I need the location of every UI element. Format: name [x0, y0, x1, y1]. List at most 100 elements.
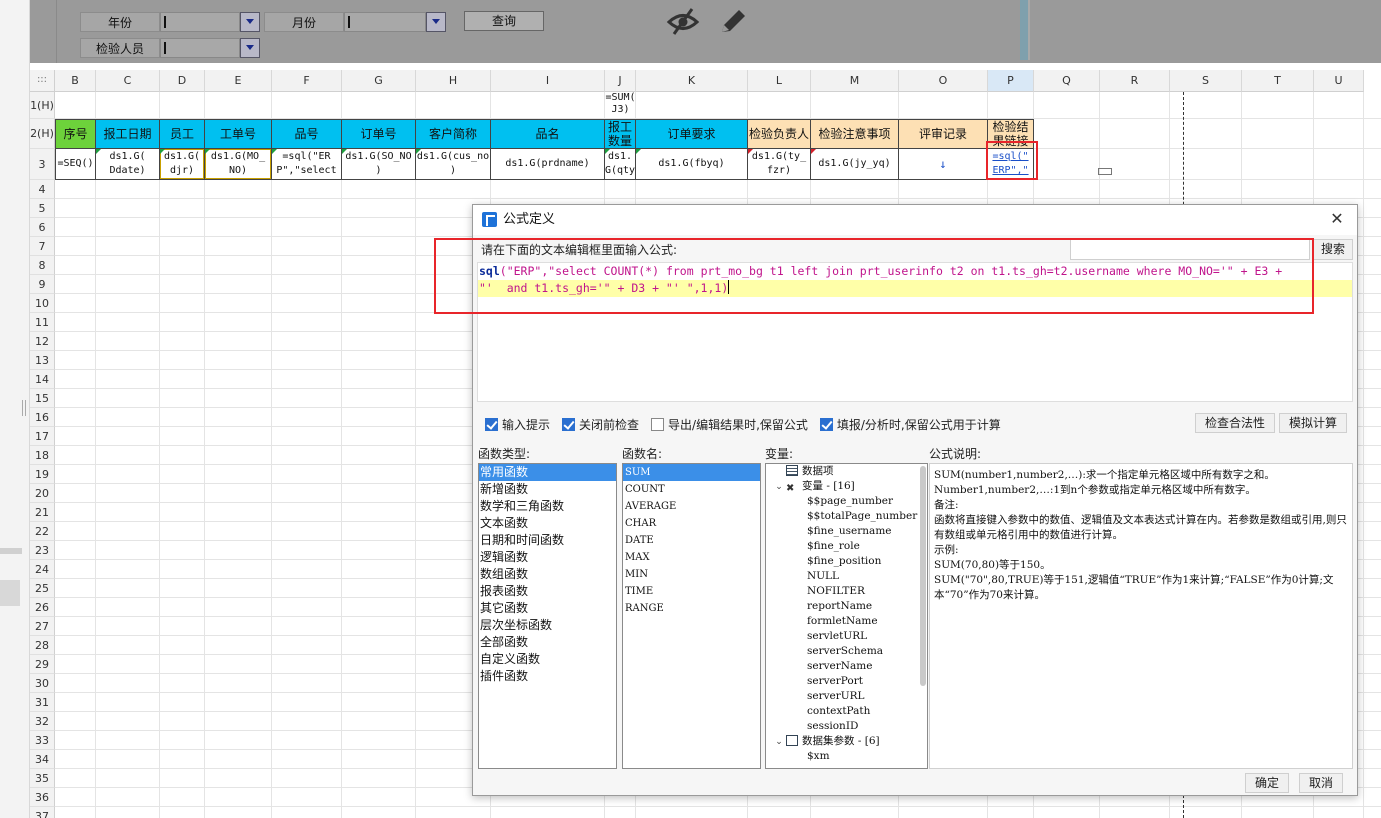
function-name-item[interactable]: TIME	[623, 583, 760, 600]
function-name-item[interactable]: CHAR	[623, 515, 760, 532]
row-header[interactable]: 13	[30, 351, 55, 370]
check-validity-button[interactable]: 检查合法性	[1195, 413, 1275, 433]
data-cell[interactable]: ds1.G(cus_no )	[416, 149, 491, 180]
inspector-input[interactable]	[160, 38, 240, 58]
function-type-item[interactable]: 自定义函数	[479, 651, 616, 668]
option-1[interactable]: 关闭前检查	[562, 416, 639, 433]
row-header[interactable]: 27	[30, 617, 55, 636]
ok-button[interactable]: 确定	[1245, 773, 1289, 793]
column-header-q[interactable]: Q	[1034, 70, 1100, 92]
row-header[interactable]: 18	[30, 446, 55, 465]
function-type-item[interactable]: 数学和三角函数	[479, 498, 616, 515]
tree-toggle-icon[interactable]: ⌄	[772, 480, 786, 495]
function-type-item[interactable]: 报表函数	[479, 583, 616, 600]
column-header-g[interactable]: G	[342, 70, 416, 92]
row-header[interactable]: 24	[30, 560, 55, 579]
variable-tree[interactable]: 数据项 ⌄ ✖ 变量 - [16] $$page_number $$totalPage_n…	[765, 463, 928, 769]
function-type-item[interactable]: 其它函数	[479, 600, 616, 617]
row-header[interactable]: 2(H)	[30, 119, 55, 149]
function-type-item[interactable]: 层次坐标函数	[479, 617, 616, 634]
row-header[interactable]: 10	[30, 294, 55, 313]
column-header-p[interactable]: P	[988, 70, 1034, 92]
dialog-title-bar[interactable]: 公式定义 ✕	[473, 205, 1357, 235]
variable-item[interactable]: sessionID	[766, 719, 927, 734]
row-header[interactable]: 28	[30, 636, 55, 655]
function-type-item[interactable]: 逻辑函数	[479, 549, 616, 566]
row-header[interactable]: 21	[30, 503, 55, 522]
data-cell[interactable]: ds1.G(SO_NO )	[342, 149, 416, 180]
variable-item[interactable]: serverName	[766, 659, 927, 674]
row-header[interactable]: 1(H)	[30, 92, 55, 119]
variable-item[interactable]: contextPath	[766, 704, 927, 719]
option-3[interactable]: 填报/分析时,保留公式用于计算	[819, 416, 1001, 433]
checkbox[interactable]	[651, 417, 665, 431]
row-header[interactable]: 35	[30, 769, 55, 788]
column-header-h[interactable]: H	[416, 70, 491, 92]
row-header[interactable]: 33	[30, 731, 55, 750]
simulate-calc-button[interactable]: 模拟计算	[1279, 413, 1347, 433]
column-header-e[interactable]: E	[205, 70, 272, 92]
row-header[interactable]: 22	[30, 522, 55, 541]
year-input[interactable]	[160, 12, 240, 32]
row-header[interactable]: 29	[30, 655, 55, 674]
header-cell[interactable]: 品名	[491, 119, 605, 149]
option-2[interactable]: 导出/编辑结果时,保留公式	[651, 416, 808, 433]
row-header[interactable]: 37	[30, 807, 55, 818]
variable-item[interactable]: $$totalPage_number	[766, 509, 927, 524]
query-button[interactable]: 查询	[464, 11, 544, 31]
row-header[interactable]: 15	[30, 389, 55, 408]
column-header-r[interactable]: R	[1100, 70, 1170, 92]
header-cell[interactable]: 评审记录	[899, 119, 988, 149]
row-header[interactable]: 9	[30, 275, 55, 294]
variable-item[interactable]: servletURL	[766, 629, 927, 644]
data-cell[interactable]: ↓	[899, 149, 988, 180]
function-name-list[interactable]: SUM COUNT AVERAGE CHAR DATE MAX MIN TIME RANGE	[622, 463, 761, 769]
year-dropdown-button[interactable]	[240, 12, 260, 32]
column-header-k[interactable]: K	[636, 70, 748, 92]
column-header-b[interactable]: B	[55, 70, 96, 92]
header-cell[interactable]: 订单号	[342, 119, 416, 149]
variable-item[interactable]: $fine_position	[766, 554, 927, 569]
column-header-c[interactable]: C	[96, 70, 160, 92]
checkbox[interactable]	[485, 417, 498, 431]
function-type-item[interactable]: 文本函数	[479, 515, 616, 532]
data-cell[interactable]: ds1. G(qty	[605, 149, 636, 180]
function-type-item[interactable]: 日期和时间函数	[479, 532, 616, 549]
cancel-button[interactable]: 取消	[1299, 773, 1343, 793]
row-header[interactable]: 26	[30, 598, 55, 617]
variable-item[interactable]: $$page_number	[766, 494, 927, 509]
data-cell[interactable]: ds1.G(ty_ fzr)	[748, 149, 811, 180]
data-cell[interactable]: ds1.G( djr)	[160, 149, 205, 180]
function-name-item[interactable]: DATE	[623, 532, 760, 549]
variable-item[interactable]: reportName	[766, 599, 927, 614]
checkbox[interactable]	[819, 417, 833, 431]
row-header[interactable]: 23	[30, 541, 55, 560]
header-cell[interactable]: 报工日期	[96, 119, 160, 149]
header-cell[interactable]: 品号	[272, 119, 342, 149]
row-header[interactable]: 14	[30, 370, 55, 389]
function-type-item[interactable]: 数组函数	[479, 566, 616, 583]
header-cell[interactable]: 检验注意事项	[811, 119, 899, 149]
column-header-t[interactable]: T	[1242, 70, 1314, 92]
header-cell[interactable]: 序号	[55, 119, 96, 149]
function-name-item[interactable]: AVERAGE	[623, 498, 760, 515]
row-header[interactable]: 7	[30, 237, 55, 256]
variable-item[interactable]: NOFILTER	[766, 584, 927, 599]
header-cell[interactable]: 订单要求	[636, 119, 748, 149]
option-0[interactable]: 输入提示	[485, 416, 550, 433]
checkbox[interactable]	[562, 417, 576, 431]
row-header[interactable]: 25	[30, 579, 55, 598]
month-dropdown-button[interactable]	[426, 12, 446, 32]
month-input[interactable]	[344, 12, 426, 32]
data-cell[interactable]: ds1.G( Ddate)	[96, 149, 160, 180]
function-type-item[interactable]: 新增函数	[479, 481, 616, 498]
cell-widget[interactable]	[1098, 168, 1112, 175]
data-cell[interactable]: ds1.G(prdname)	[491, 149, 605, 180]
column-header-u[interactable]: U	[1314, 70, 1364, 92]
close-icon[interactable]: ✕	[1327, 209, 1347, 229]
variable-item[interactable]: serverPort	[766, 674, 927, 689]
row-header[interactable]: 3	[30, 149, 55, 180]
select-all-corner[interactable]: :::	[30, 70, 55, 92]
row-header[interactable]: 4	[30, 180, 55, 199]
function-type-item[interactable]: 常用函数	[479, 464, 616, 481]
